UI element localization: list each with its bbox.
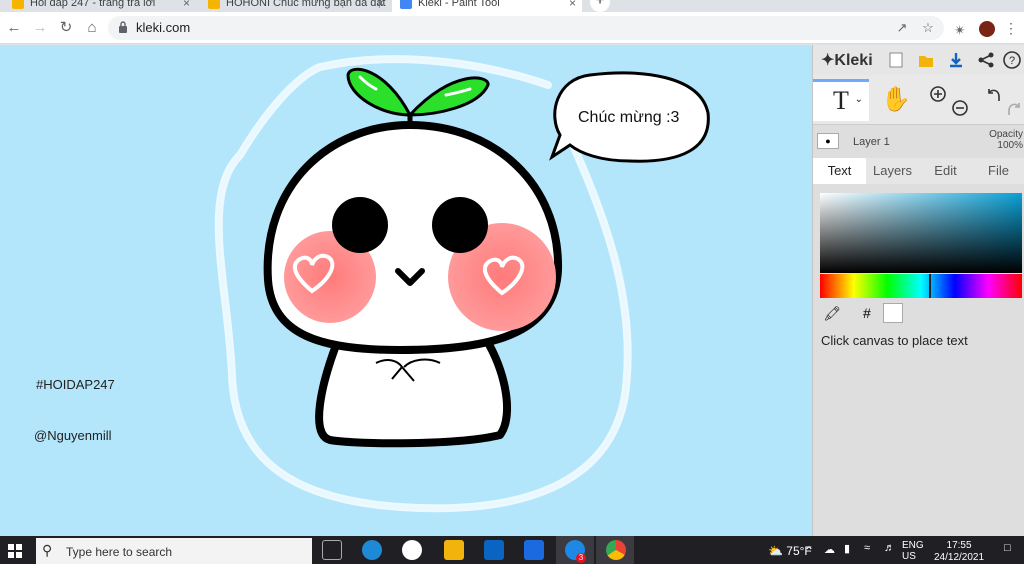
- cloud-icon[interactable]: ☁: [824, 543, 835, 556]
- back-arrow-icon[interactable]: ←: [4, 18, 24, 38]
- share-page-icon[interactable]: ↗: [894, 20, 910, 36]
- chevron-up-icon[interactable]: ⌃: [804, 544, 814, 558]
- language-indicator[interactable]: ENG US: [902, 540, 924, 562]
- zoom-out-icon[interactable]: [951, 99, 969, 117]
- taskbar: ⚲ Type here to search ⛅ 75°F ⌃ ☁ ▮ ≈ ♬ E…: [0, 536, 1024, 564]
- author-text: @Nguyenmill: [34, 428, 112, 443]
- address-bar[interactable]: kleki.com ↗ ☆: [108, 16, 944, 40]
- layer-row[interactable]: ● Layer 1 Opacity 100%: [813, 127, 1024, 157]
- text-tool-button[interactable]: T ⌄: [813, 79, 869, 121]
- close-tab-icon[interactable]: ×: [183, 0, 190, 10]
- tab-strip: Hỏi đáp 247 - trang trả lời × HOHONI Chú…: [0, 0, 1024, 12]
- lock-icon: [119, 21, 127, 33]
- hue-slider-handle[interactable]: [929, 274, 931, 298]
- mail-icon[interactable]: [484, 540, 504, 560]
- dropbox-icon[interactable]: [524, 540, 544, 560]
- wifi-icon[interactable]: ≈: [864, 542, 870, 554]
- browser-tab-hohoni[interactable]: HOHONI Chúc mừng bạn đã đạt ×: [200, 0, 390, 12]
- tab-text[interactable]: Text: [813, 158, 866, 184]
- layer-name: Layer 1: [853, 136, 890, 148]
- browser-toolbar: ← → ↻ ⌂ kleki.com ↗ ☆ ✴ ⋮: [0, 12, 1024, 44]
- taskbar-search[interactable]: ⚲ Type here to search: [36, 538, 312, 564]
- reload-icon[interactable]: ↻: [56, 18, 76, 38]
- hoidap-favicon-icon: [12, 0, 24, 9]
- search-placeholder: Type here to search: [66, 545, 173, 559]
- zalo-notification-badge: 3: [576, 553, 586, 563]
- redo-icon[interactable]: [1005, 99, 1023, 117]
- tool-hint: Click canvas to place text: [821, 333, 968, 348]
- extensions-puzzle-icon[interactable]: ✴: [954, 22, 966, 39]
- tab-layers[interactable]: Layers: [866, 158, 919, 184]
- tab-file[interactable]: File: [972, 158, 1024, 184]
- notifications-icon[interactable]: □: [1004, 542, 1011, 554]
- layer-opacity[interactable]: Opacity 100%: [989, 129, 1023, 151]
- search-icon: ⚲: [42, 542, 53, 558]
- clock[interactable]: 17:55 24/12/2021: [934, 540, 984, 564]
- browser-menu-icon[interactable]: ⋮: [1004, 20, 1018, 37]
- new-image-icon[interactable]: [887, 51, 905, 69]
- hashtag-text: #HOIDAP247: [36, 377, 115, 392]
- tab-title: HOHONI Chúc mừng bạn đã đạt: [226, 0, 386, 9]
- color-swatch[interactable]: [883, 303, 903, 323]
- hoidap-favicon-icon: [208, 0, 220, 9]
- zoom-in-icon[interactable]: [929, 85, 947, 103]
- left-eye: [332, 197, 388, 253]
- volume-icon[interactable]: ♬: [884, 542, 895, 554]
- kleki-favicon-icon: [400, 0, 412, 9]
- kleki-logo: ✦Kleki: [821, 52, 873, 69]
- close-tab-icon[interactable]: ×: [377, 0, 384, 10]
- hand-tool-icon[interactable]: ✋: [881, 85, 911, 114]
- panel-tabs: Text Layers Edit File: [813, 158, 1024, 184]
- open-folder-icon[interactable]: [917, 51, 935, 69]
- forward-arrow-icon[interactable]: →: [30, 18, 50, 38]
- canvas-artwork: [214, 55, 710, 513]
- tool-row: T ⌄ ✋: [813, 75, 1024, 125]
- chrome-icon[interactable]: [606, 540, 626, 560]
- browser-tab-kleki[interactable]: Kleki - Paint Tool ×: [392, 0, 582, 12]
- close-tab-icon[interactable]: ×: [569, 0, 576, 10]
- tab-title: Kleki - Paint Tool: [418, 0, 500, 9]
- sprout-leaf-left: [346, 67, 413, 117]
- undo-icon[interactable]: [985, 85, 1003, 103]
- speech-bubble-text: Chúc mừng :3: [578, 109, 680, 126]
- share-icon[interactable]: [977, 51, 995, 69]
- bookmark-star-icon[interactable]: ☆: [920, 20, 936, 36]
- task-view-icon[interactable]: [322, 540, 342, 560]
- sprout-leaf-right: [406, 76, 490, 117]
- home-icon[interactable]: ⌂: [82, 18, 102, 38]
- drawing-canvas[interactable]: Chúc mừng :3 #HOIDAP247 @Nguyenmill: [0, 45, 812, 536]
- download-icon[interactable]: [947, 51, 965, 69]
- file-explorer-icon[interactable]: [444, 540, 464, 560]
- color-saturation-picker[interactable]: [820, 193, 1022, 273]
- kleki-header: ✦Kleki ?: [813, 45, 1024, 75]
- eyedropper-icon[interactable]: 🖍: [822, 303, 842, 323]
- layer-thumbnail: ●: [817, 133, 839, 149]
- kleki-panel: ✦Kleki ? T ⌄ ✋ ● Layer 1 Opacity 100% Tex…: [812, 45, 1024, 536]
- chevron-down-icon[interactable]: ⌄: [855, 81, 863, 119]
- svg-text:?: ?: [1009, 55, 1015, 67]
- github-desktop-icon[interactable]: [402, 540, 422, 560]
- battery-icon[interactable]: ▮: [844, 542, 850, 555]
- new-tab-button[interactable]: +: [590, 0, 610, 12]
- help-icon[interactable]: ?: [1003, 51, 1021, 69]
- browser-tab-hoidap[interactable]: Hỏi đáp 247 - trang trả lời ×: [4, 0, 196, 12]
- edge-icon[interactable]: [362, 540, 382, 560]
- tab-edit[interactable]: Edit: [919, 158, 972, 184]
- profile-avatar[interactable]: [979, 21, 995, 37]
- hex-input-button[interactable]: #: [863, 303, 877, 323]
- right-eye: [432, 197, 488, 253]
- windows-start-icon[interactable]: [8, 544, 22, 558]
- url-text: kleki.com: [136, 20, 191, 35]
- color-hue-slider[interactable]: [820, 274, 1022, 298]
- tab-title: Hỏi đáp 247 - trang trả lời: [30, 0, 156, 9]
